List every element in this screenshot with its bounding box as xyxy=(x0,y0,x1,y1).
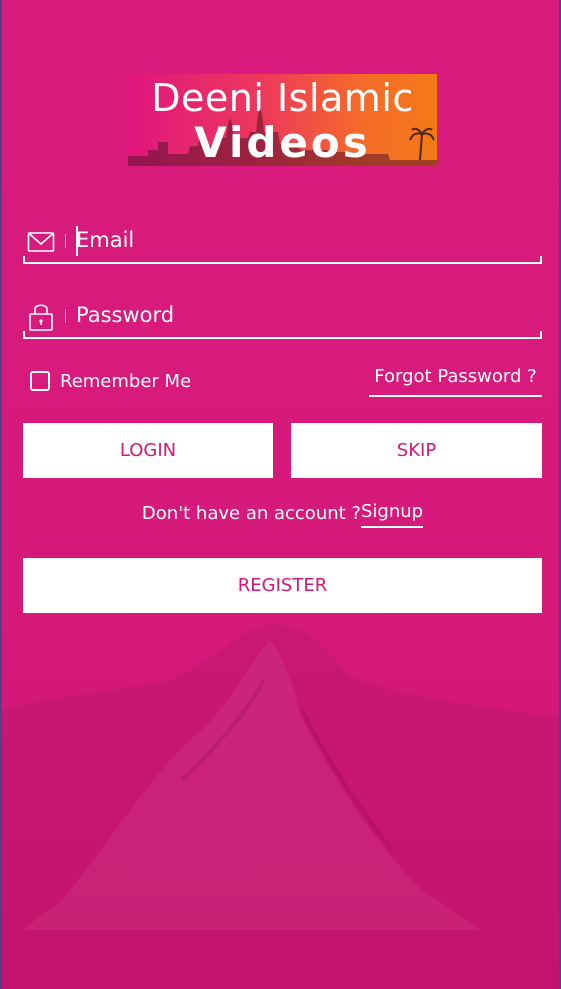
signup-row: Don't have an account ?Signup xyxy=(2,501,559,528)
password-field[interactable] xyxy=(23,289,542,339)
logo-title-line2: Videos xyxy=(194,118,371,166)
forgot-password-link[interactable]: Forgot Password ? xyxy=(369,366,542,397)
password-underline xyxy=(23,331,542,339)
remember-me-row[interactable]: Remember Me xyxy=(30,368,191,394)
password-input[interactable] xyxy=(76,302,516,328)
email-underline xyxy=(23,256,542,264)
register-button[interactable]: REGISTER xyxy=(23,558,542,613)
envelope-icon xyxy=(27,232,55,252)
email-field[interactable] xyxy=(23,214,542,264)
login-screen: Deeni Islamic Videos Remember Me Forgot … xyxy=(0,0,561,989)
lock-icon xyxy=(29,304,53,331)
text-caret xyxy=(76,226,78,256)
field-separator xyxy=(65,309,66,323)
signup-link[interactable]: Signup xyxy=(360,501,424,528)
signup-prompt: Don't have an account ? xyxy=(141,503,361,524)
remember-me-checkbox[interactable] xyxy=(30,371,50,391)
app-logo: Deeni Islamic Videos xyxy=(128,74,437,166)
email-input[interactable] xyxy=(76,227,516,253)
remember-me-label[interactable]: Remember Me xyxy=(60,371,191,392)
mountain-background xyxy=(2,624,559,989)
field-separator xyxy=(65,234,66,248)
skip-button[interactable]: SKIP xyxy=(291,423,542,478)
login-button[interactable]: LOGIN xyxy=(23,423,273,478)
